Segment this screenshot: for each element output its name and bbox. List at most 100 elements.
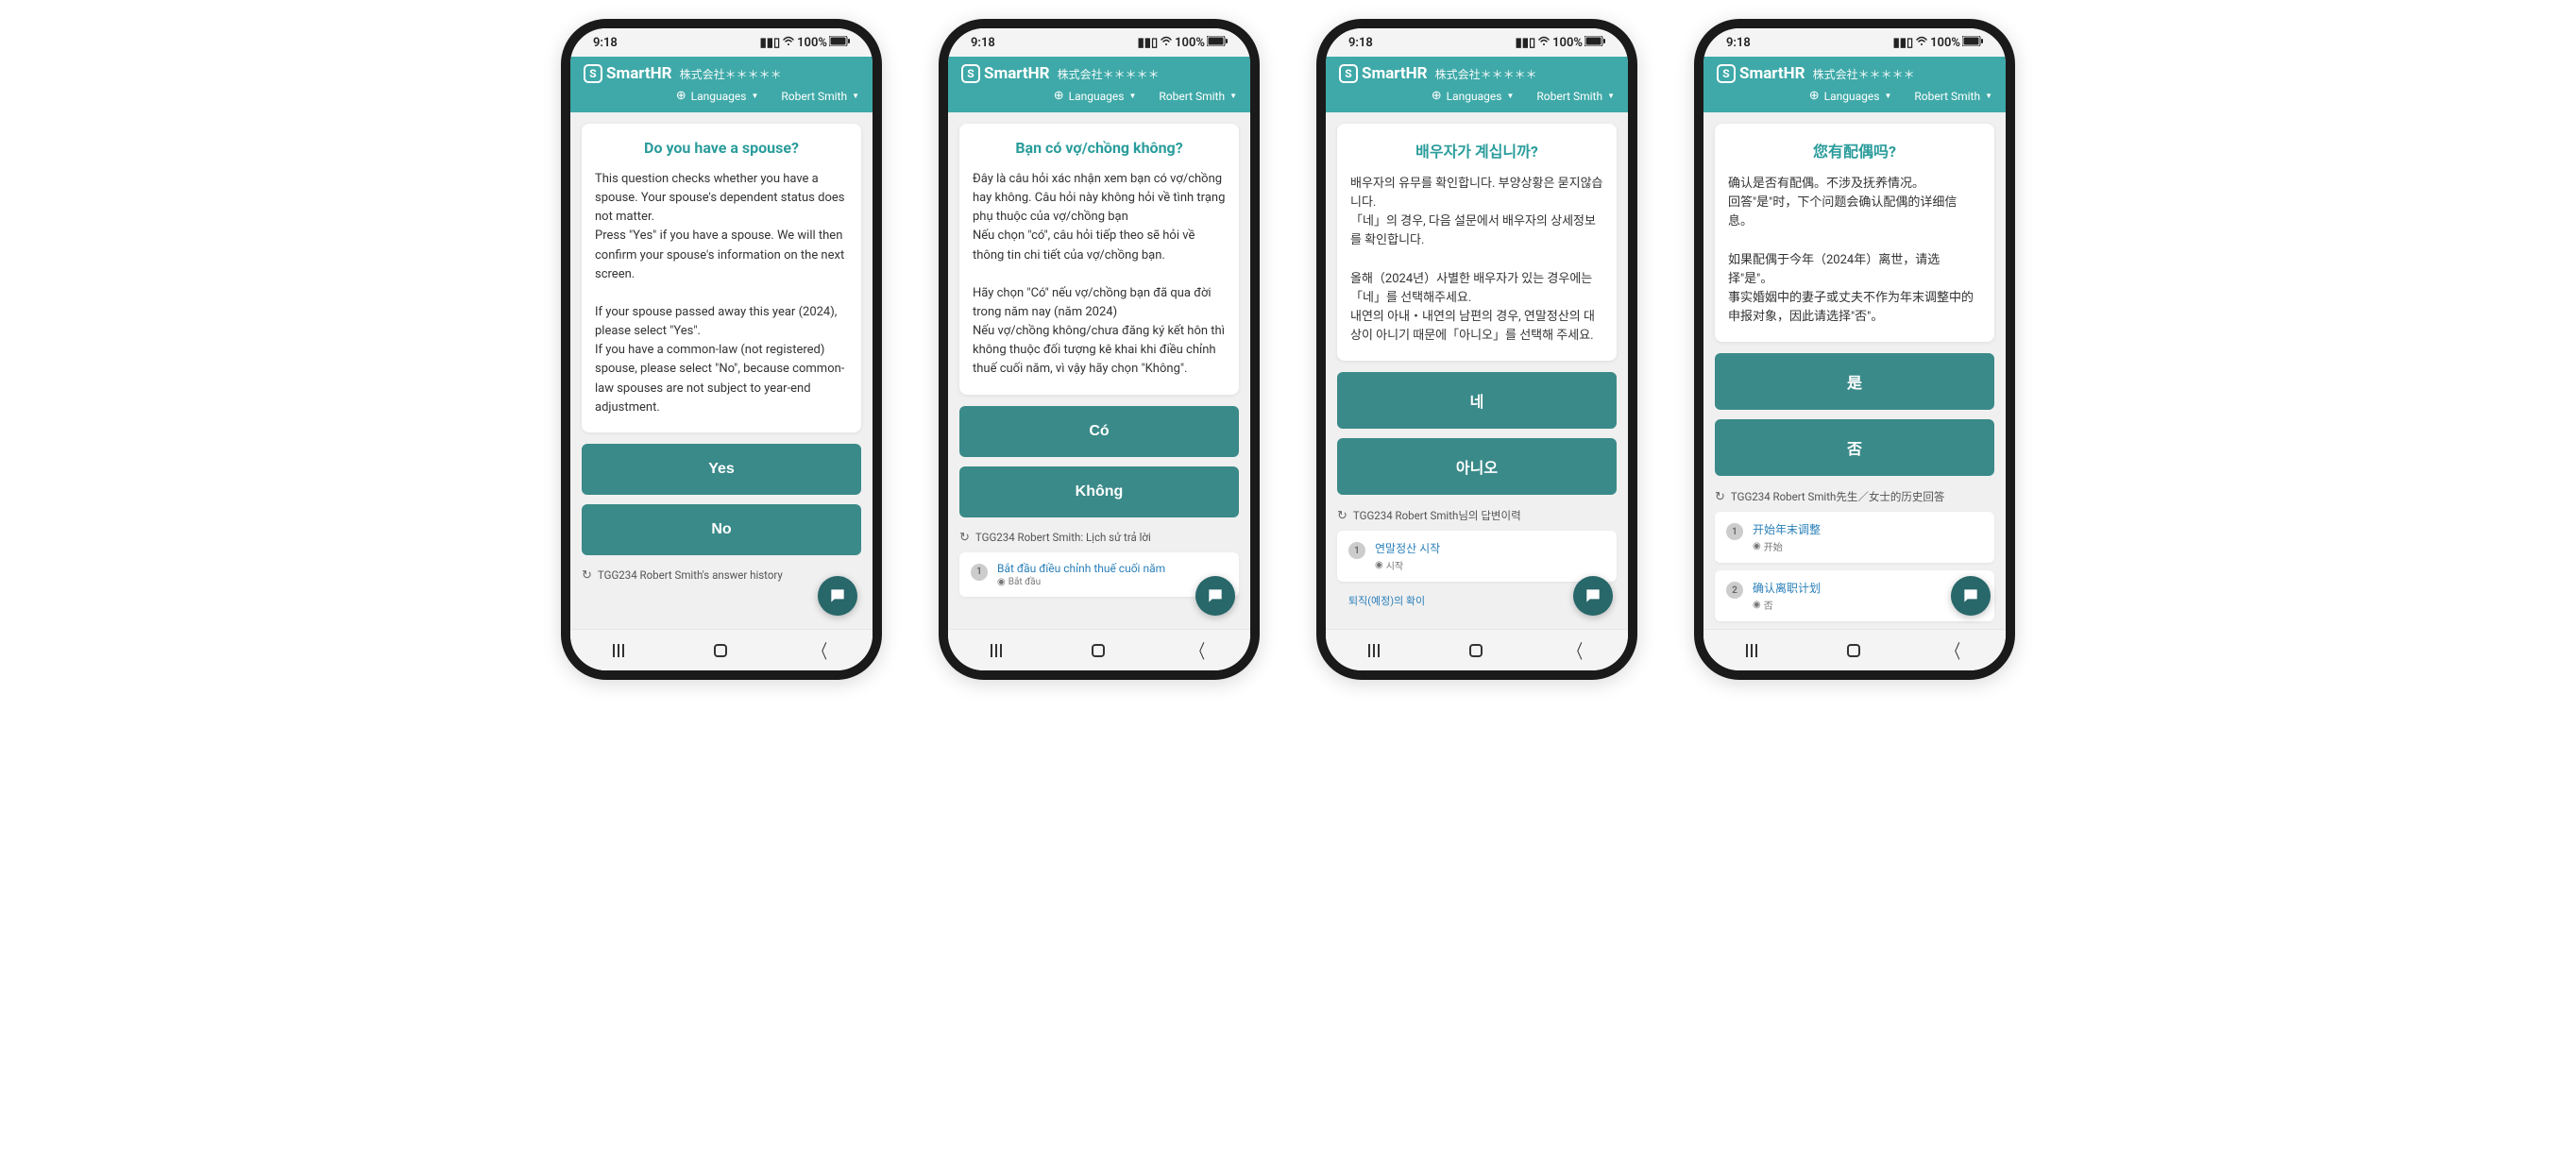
step-status: ◉开始: [1753, 539, 1983, 553]
question-body: 确认是否有配偶。不涉及抚养情况。 回答"是"时，下个问题会确认配偶的详细信息。 …: [1728, 175, 1981, 327]
battery-icon: [1207, 36, 1228, 50]
chat-icon: [1584, 586, 1602, 605]
nav-home-icon[interactable]: [1092, 644, 1105, 657]
company-name: 株式会社＊＊＊＊＊: [1058, 66, 1160, 82]
history-header: ↻ TGG234 Robert Smith's answer history: [582, 568, 861, 583]
app-header: S SmartHR 株式会社＊＊＊＊＊ ⊕ Languages ▼ Robert…: [1326, 57, 1628, 112]
signal-icon: ▮▮▯: [760, 36, 780, 50]
battery-text: 100%: [797, 36, 827, 50]
status-time: 9:18: [593, 36, 618, 50]
language-selector[interactable]: ⊕ Languages ▼: [1809, 89, 1892, 103]
globe-icon: ⊕: [1054, 89, 1064, 103]
globe-icon: ⊕: [1432, 89, 1442, 103]
step-status: ◉否: [1753, 598, 1983, 612]
chevron-down-icon: ▼: [1229, 92, 1237, 100]
step-status: ◉Bắt đầu: [997, 577, 1228, 587]
chevron-down-icon: ▼: [1607, 92, 1615, 100]
history-item[interactable]: 1 开始年末调整 ◉开始: [1715, 512, 1994, 563]
phone-mockup: 9:18 ▮▮▯ 100% S SmartHR 株式会社＊＊＊＊＊ ⊕ Lang…: [1316, 19, 1637, 680]
status-time: 9:18: [971, 36, 995, 50]
android-nav: 〈: [570, 629, 873, 670]
step-title: 开始年末调整: [1753, 521, 1983, 537]
user-menu[interactable]: Robert Smith ▼: [1914, 89, 1992, 103]
battery-icon: [1585, 36, 1605, 50]
chat-fab[interactable]: [1573, 576, 1613, 616]
step-number: 1: [971, 564, 988, 581]
language-selector[interactable]: ⊕ Languages ▼: [1432, 89, 1515, 103]
brand-logo: S SmartHR: [584, 64, 672, 83]
chevron-down-icon: ▼: [751, 92, 758, 100]
no-button[interactable]: 否: [1715, 419, 1994, 476]
yes-button[interactable]: Có: [959, 406, 1239, 457]
refresh-icon: ↻: [582, 568, 592, 583]
yes-button[interactable]: Yes: [582, 444, 861, 495]
status-bar: 9:18 ▮▮▯ 100%: [1326, 28, 1628, 57]
question-body: 배우자의 유무를 확인합니다. 부양상황은 묻지않습니다. 「네」의 경우, 다…: [1350, 175, 1603, 346]
nav-recent-icon[interactable]: [1746, 644, 1763, 657]
question-body: Đây là câu hỏi xác nhận xem bạn có vợ/ch…: [973, 170, 1226, 380]
user-menu[interactable]: Robert Smith ▼: [781, 89, 859, 103]
nav-recent-icon[interactable]: [1368, 644, 1385, 657]
no-button[interactable]: No: [582, 504, 861, 555]
step-status: ◉시작: [1375, 558, 1605, 572]
check-icon: ◉: [997, 577, 1006, 587]
refresh-icon: ↻: [1337, 509, 1347, 523]
status-icons: ▮▮▯ 100%: [1138, 35, 1228, 50]
logo-icon: S: [961, 64, 980, 83]
step-title: Bắt đầu điều chỉnh thuế cuối năm: [997, 562, 1228, 575]
app-header: S SmartHR 株式会社＊＊＊＊＊ ⊕ Languages ▼ Robert…: [570, 57, 873, 112]
android-nav: 〈: [1326, 629, 1628, 670]
question-card: 배우자가 계십니까? 배우자의 유무를 확인합니다. 부양상황은 묻지않습니다.…: [1337, 124, 1617, 361]
chat-icon: [1961, 586, 1980, 605]
chevron-down-icon: ▼: [1985, 92, 1992, 100]
question-title: Do you have a spouse?: [595, 139, 848, 157]
yes-button[interactable]: 是: [1715, 353, 1994, 410]
nav-home-icon[interactable]: [1847, 644, 1860, 657]
status-bar: 9:18 ▮▮▯ 100%: [948, 28, 1250, 57]
status-time: 9:18: [1348, 36, 1373, 50]
yes-button[interactable]: 네: [1337, 372, 1617, 429]
question-card: Do you have a spouse? This question chec…: [582, 124, 861, 432]
chat-fab[interactable]: [1195, 576, 1235, 616]
nav-back-icon[interactable]: 〈: [1569, 636, 1583, 664]
history-item[interactable]: 1 연말정산 시작 ◉시작: [1337, 531, 1617, 582]
logo-icon: S: [1717, 64, 1736, 83]
question-body: This question checks whether you have a …: [595, 170, 848, 417]
step-number: 1: [1726, 523, 1743, 540]
logo-icon: S: [1339, 64, 1358, 83]
nav-back-icon[interactable]: 〈: [1192, 636, 1205, 664]
nav-recent-icon[interactable]: [613, 644, 630, 657]
signal-icon: ▮▮▯: [1516, 36, 1535, 50]
nav-recent-icon[interactable]: [991, 644, 1008, 657]
no-button[interactable]: 아니오: [1337, 438, 1617, 495]
status-bar: 9:18 ▮▮▯ 100%: [570, 28, 873, 57]
status-icons: ▮▮▯ 100%: [760, 35, 850, 50]
wifi-icon: [1915, 35, 1928, 50]
nav-back-icon[interactable]: 〈: [1947, 636, 1960, 664]
chat-icon: [1206, 586, 1225, 605]
user-menu[interactable]: Robert Smith ▼: [1536, 89, 1615, 103]
status-icons: ▮▮▯ 100%: [1516, 35, 1605, 50]
nav-back-icon[interactable]: 〈: [814, 636, 827, 664]
check-icon: ◉: [1753, 600, 1761, 610]
step-number: 2: [1726, 582, 1743, 599]
nav-home-icon[interactable]: [714, 644, 727, 657]
language-selector[interactable]: ⊕ Languages ▼: [676, 89, 759, 103]
history-header: ↻ TGG234 Robert Smith: Lịch sử trả lời: [959, 531, 1239, 545]
no-button[interactable]: Không: [959, 466, 1239, 517]
step-title: 연말정산 시작: [1375, 540, 1605, 556]
company-name: 株式会社＊＊＊＊＊: [1813, 66, 1915, 82]
user-menu[interactable]: Robert Smith ▼: [1159, 89, 1237, 103]
battery-icon: [829, 36, 850, 50]
check-icon: ◉: [1753, 541, 1761, 551]
battery-text: 100%: [1552, 36, 1583, 50]
language-selector[interactable]: ⊕ Languages ▼: [1054, 89, 1137, 103]
globe-icon: ⊕: [676, 89, 686, 103]
step-title: 确认离职计划: [1753, 580, 1983, 596]
question-card: Bạn có vợ/chồng không? Đây là câu hỏi xá…: [959, 124, 1239, 395]
brand-logo: S SmartHR: [1339, 64, 1428, 83]
chat-fab[interactable]: [1951, 576, 1991, 616]
nav-home-icon[interactable]: [1469, 644, 1483, 657]
chat-fab[interactable]: [818, 576, 857, 616]
wifi-icon: [1160, 35, 1173, 50]
